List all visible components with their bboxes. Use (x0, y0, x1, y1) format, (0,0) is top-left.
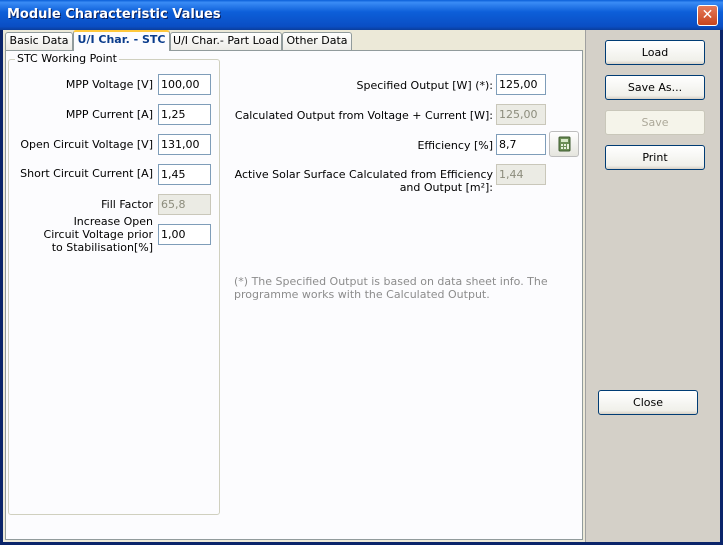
window-title: Module Characteristic Values (7, 7, 221, 22)
calculated-output-label: Calculated Output from Voltage + Current… (234, 109, 493, 122)
efficiency-input[interactable]: 8,7 (496, 134, 546, 155)
specified-output-input[interactable]: 125,00 (496, 74, 546, 95)
load-button[interactable]: Load (605, 40, 705, 65)
increase-ocv-label: Increase Open Circuit Voltage prior to S… (43, 215, 153, 254)
efficiency-label: Efficiency [%] (417, 139, 493, 152)
output-note: (*) The Specified Output is based on dat… (234, 275, 548, 301)
calculator-icon (558, 136, 571, 152)
short-circuit-current-label: Short Circuit Current [A] (20, 167, 153, 180)
tab-other-data[interactable]: Other Data (282, 32, 352, 50)
calculated-output-input: 125,00 (496, 104, 546, 125)
content-area: Basic Data U/I Char. - STC U/I Char.- Pa… (3, 30, 585, 542)
group-title: STC Working Point (15, 52, 119, 65)
mpp-current-label: MPP Current [A] (65, 108, 153, 121)
solar-surface-label: Active Solar Surface Calculated from Eff… (234, 168, 493, 194)
tab-basic-data[interactable]: Basic Data (5, 32, 73, 50)
solar-surface-input: 1,44 (496, 164, 546, 185)
action-panel: Load Save As... Save Print Close (585, 30, 720, 542)
open-circuit-voltage-input[interactable]: 131,00 (158, 134, 211, 155)
print-button[interactable]: Print (605, 145, 705, 170)
short-circuit-current-input[interactable]: 1,45 (158, 164, 211, 185)
fill-factor-label: Fill Factor (101, 198, 153, 211)
tab-ui-char-part-load[interactable]: U/I Char.- Part Load (170, 32, 282, 50)
increase-ocv-input[interactable]: 1,00 (158, 224, 211, 245)
specified-output-label: Specified Output [W] (*): (356, 79, 493, 92)
tab-ui-char-stc[interactable]: U/I Char. - STC (73, 30, 170, 51)
stc-tab-panel: STC Working Point MPP Voltage [V] 100,00… (5, 50, 583, 540)
save-button[interactable]: Save (605, 110, 705, 135)
window-close-button[interactable]: ✕ (697, 5, 718, 26)
title-bar: Module Characteristic Values ✕ (0, 0, 723, 30)
mpp-voltage-input[interactable]: 100,00 (158, 74, 211, 95)
stc-working-point-group: STC Working Point (8, 52, 220, 515)
save-as-button[interactable]: Save As... (605, 75, 705, 100)
client-area: Basic Data U/I Char. - STC U/I Char.- Pa… (3, 30, 720, 542)
mpp-current-input[interactable]: 1,25 (158, 104, 211, 125)
module-characteristic-values-window: Module Characteristic Values ✕ Basic Dat… (0, 0, 723, 545)
fill-factor-input: 65,8 (158, 194, 211, 215)
calculator-button[interactable] (549, 131, 579, 157)
mpp-voltage-label: MPP Voltage [V] (65, 78, 153, 91)
open-circuit-voltage-label: Open Circuit Voltage [V] (20, 138, 153, 151)
close-button[interactable]: Close (598, 390, 698, 415)
